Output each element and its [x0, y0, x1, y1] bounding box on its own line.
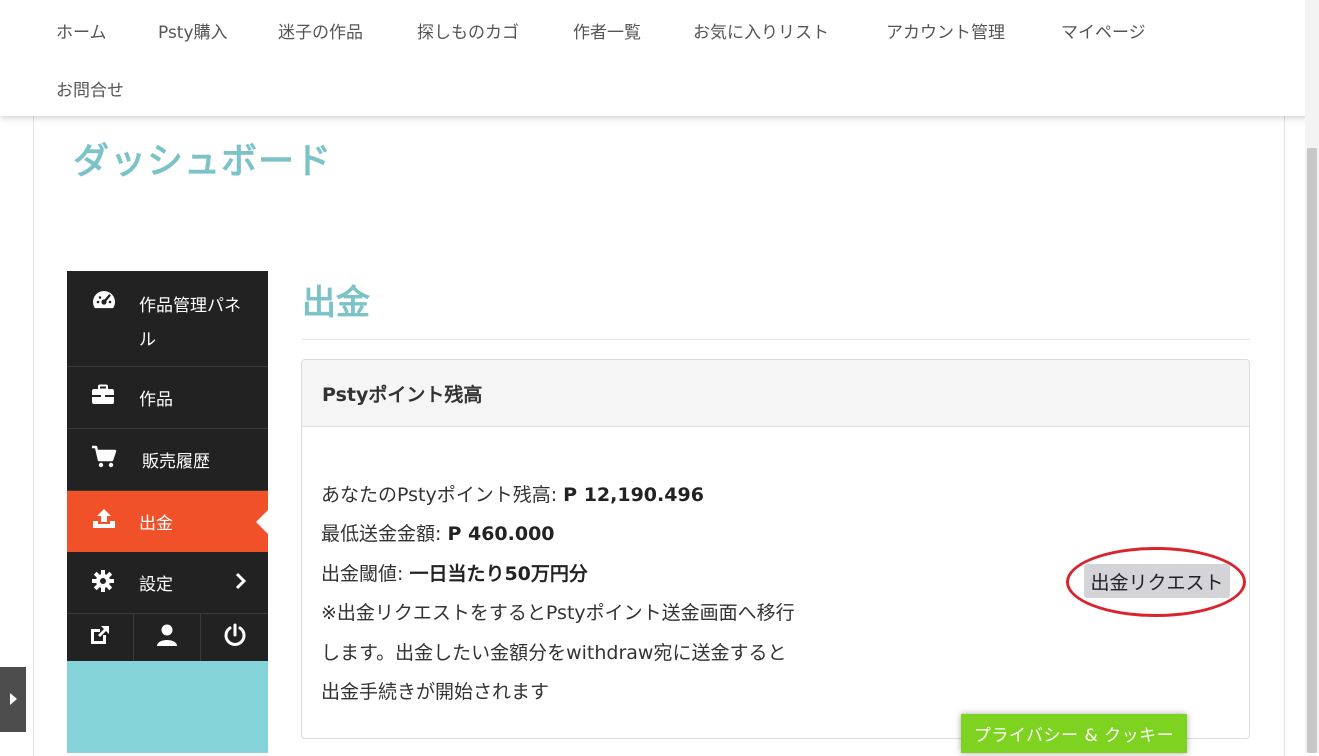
balance-line: あなたのPstyポイント残高: P 12,190.496: [321, 480, 704, 507]
scrollbar-track[interactable]: [1305, 0, 1319, 753]
nav-account[interactable]: アカウント管理: [886, 18, 1005, 43]
nav-psty-purchase[interactable]: Psty購入: [158, 18, 228, 43]
sidebar-item-label: 販売履歴: [142, 452, 210, 472]
threshold-label: 出金閾値:: [321, 563, 410, 585]
note-line: ※出金リクエストをするとPstyポイント送金画面へ移行: [321, 602, 795, 624]
sidebar-item-settings[interactable]: 設定: [67, 552, 268, 614]
sidebar-bottom-icons: [67, 613, 268, 661]
sidebar-item-label: 作品: [139, 390, 173, 410]
sidebar-item-dashboard[interactable]: 作品管理パネル: [67, 271, 268, 367]
section-title: 出金: [302, 283, 370, 323]
scrollbar-thumb[interactable]: [1307, 148, 1317, 753]
top-navigation: ホーム Psty購入 迷子の作品 探しものカゴ 作者一覧 お気に入りリスト アカ…: [0, 0, 1319, 116]
nav-contact[interactable]: お問合せ: [56, 76, 124, 101]
briefcase-icon: [91, 384, 115, 408]
upload-icon: [91, 507, 115, 531]
chevron-right-icon: [235, 572, 247, 595]
withdraw-request-button[interactable]: 出金リクエスト: [1084, 564, 1230, 598]
sidebar-item-label: 作品管理パネル: [139, 296, 241, 350]
balance-value: P 12,190.496: [563, 484, 704, 506]
sidebar: 作品管理パネル 作品 販売履歴 出金 設定: [67, 271, 268, 753]
sidebar-item-withdraw[interactable]: 出金: [67, 491, 268, 552]
min-transfer-value: P 460.000: [447, 523, 555, 545]
sidebar-item-label: 出金: [139, 514, 173, 534]
min-transfer-line: 最低送金金額: P 460.000: [321, 519, 555, 546]
divider: [302, 339, 1250, 340]
cart-icon: [91, 445, 117, 469]
panel-header: Pstyポイント残高: [302, 360, 1249, 427]
side-panel-toggle[interactable]: [0, 667, 26, 732]
sidebar-item-sales-history[interactable]: 販売履歴: [67, 429, 268, 491]
power-icon: [223, 623, 247, 651]
nav-favorites[interactable]: お気に入りリスト: [693, 18, 829, 43]
panel-title: Pstyポイント残高: [322, 384, 483, 406]
sidebar-item-works[interactable]: 作品: [67, 367, 268, 429]
dashboard-icon: [91, 288, 115, 312]
gear-icon: [91, 569, 115, 593]
nav-search-basket[interactable]: 探しものカゴ: [417, 18, 519, 43]
profile-button[interactable]: [134, 613, 201, 661]
note-line: 出金手続きが開始されます: [321, 681, 550, 703]
balance-label: あなたのPstyポイント残高:: [321, 484, 564, 506]
external-link-icon: [88, 623, 112, 651]
nav-author-list[interactable]: 作者一覧: [573, 18, 641, 43]
privacy-cookie-button[interactable]: プライバシー & クッキー: [961, 714, 1187, 753]
logout-button[interactable]: [201, 613, 268, 661]
page-title: ダッシュボード: [73, 141, 333, 182]
nav-lost-works[interactable]: 迷子の作品: [278, 18, 363, 43]
min-transfer-label: 最低送金金額:: [321, 523, 448, 545]
nav-home[interactable]: ホーム: [56, 18, 107, 43]
sidebar-footer: [67, 661, 268, 753]
external-link-button[interactable]: [67, 613, 134, 661]
nav-mypage[interactable]: マイページ: [1061, 18, 1146, 43]
sidebar-item-label: 設定: [139, 575, 173, 595]
user-icon: [156, 623, 178, 651]
threshold-line: 出金閾値: 一日当たり50万円分: [321, 559, 588, 586]
note-line: します。出金したい金額分をwithdraw宛に送金すると: [321, 642, 787, 664]
threshold-value: 一日当たり50万円分: [409, 563, 588, 585]
